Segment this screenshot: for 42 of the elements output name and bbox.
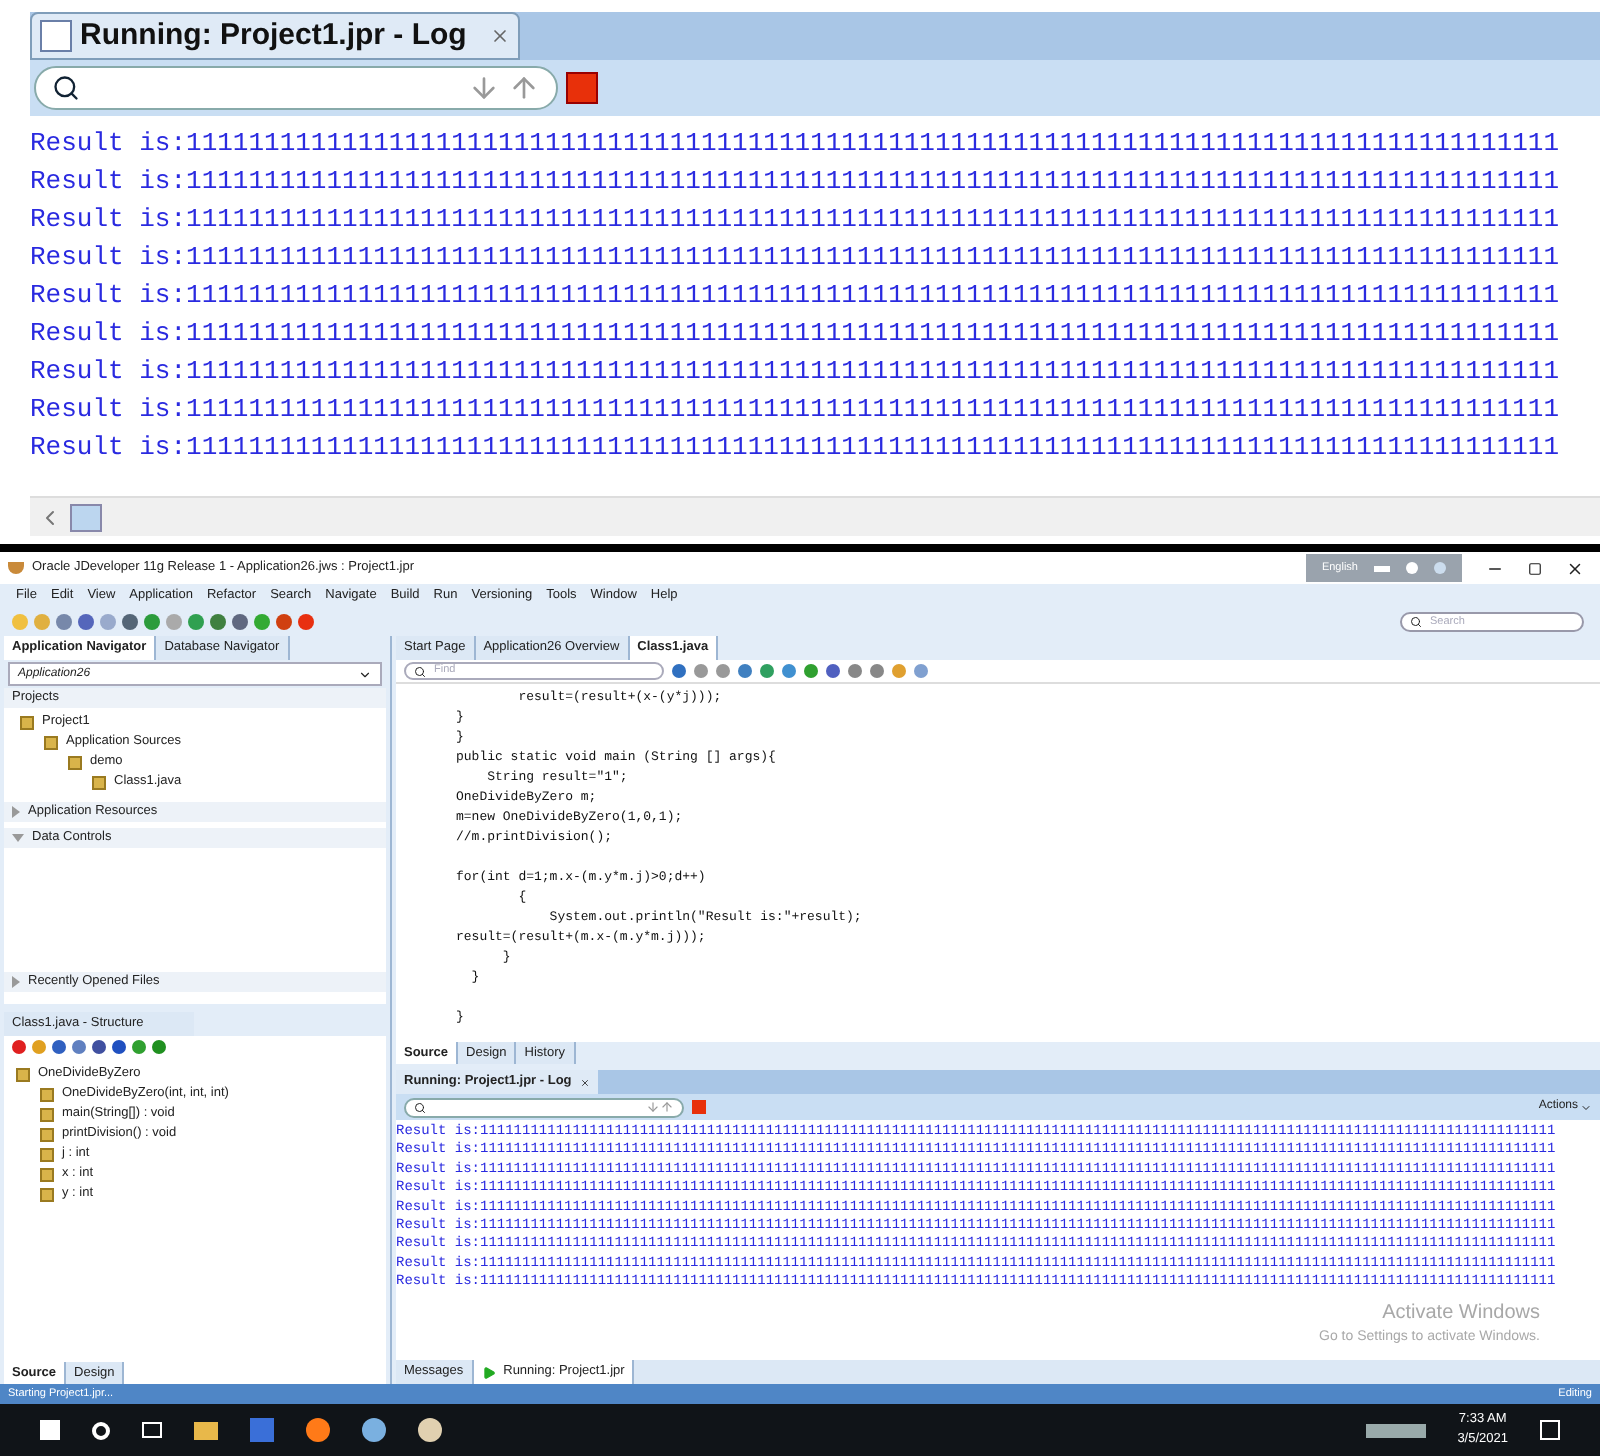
search-icon [1410, 616, 1422, 628]
arrow-down-icon[interactable] [646, 1100, 660, 1114]
search-field[interactable] [404, 1097, 684, 1117]
stop-icon [566, 72, 598, 104]
caret-icon [1580, 1101, 1592, 1113]
run-icon [481, 1365, 496, 1379]
log-line: Result is:1111111111111111111111111111111111111111111111111111111111111111111111111111111111111111 [30, 164, 1562, 200]
log-line: Result is:1111111111111111111111111111111111111111111111111111111111111111111111111111111111111111 [30, 430, 1562, 466]
expand-triangle-icon[interactable] [12, 806, 20, 818]
log-line: Result is:1111111111111111111111111111111111111111111111111111111111111111111111111111111111111111 [30, 240, 1562, 276]
log-tab-title: Running: Project1.jpr - Log [80, 15, 467, 56]
activation-watermark: Activate Windows [1382, 1299, 1540, 1328]
app-logo-icon [8, 562, 24, 574]
windows-start-icon [40, 1420, 60, 1440]
log-icon [40, 20, 72, 52]
log-line: Result is:1111111111111111111111111111111111111111111111111111111111111111111111111111111111111111 [30, 354, 1562, 390]
search-icon [52, 74, 80, 102]
file-explorer-icon [194, 1421, 218, 1439]
search-icon [414, 1101, 426, 1113]
scroll-thumb [70, 503, 102, 531]
file-icon [92, 775, 106, 789]
expand-triangle-icon[interactable] [12, 976, 20, 988]
folder-icon [16, 1067, 30, 1081]
arrow-up-icon[interactable] [660, 1100, 674, 1114]
app-icon [250, 1418, 274, 1442]
collapse-triangle-icon[interactable] [12, 834, 24, 842]
close-icon[interactable] [1566, 559, 1584, 577]
caret-icon [358, 667, 372, 681]
log-tab[interactable]: Running: Project1.jpr - Log [30, 12, 521, 60]
log-line: Result is:1111111111111111111111111111111111111111111111111111111111111111111111111111111111111111 [30, 278, 1562, 314]
arrow-down-icon[interactable] [468, 72, 500, 104]
log-line: Result is:1111111111111111111111111111111111111111111111111111111111111111111111111111111111111111 [30, 202, 1562, 238]
notification-icon [1540, 1420, 1560, 1440]
search-icon [92, 1421, 110, 1439]
search-icon [414, 665, 426, 677]
log-line: Result is:1111111111111111111111111111111111111111111111111111111111111111111111111111111111111111 [30, 392, 1562, 428]
log-line: Result is:1111111111111111111111111111111111111111111111111111111111111111111111111111111111111111 [30, 316, 1562, 352]
stop-icon [692, 1100, 706, 1114]
maximize-icon[interactable] [1528, 561, 1542, 575]
log-line: Result is:1111111111111111111111111111111111111111111111111111111111111111111111111111111111111111 [30, 126, 1562, 162]
search-field[interactable] [34, 66, 558, 110]
task-view-icon [142, 1422, 162, 1438]
